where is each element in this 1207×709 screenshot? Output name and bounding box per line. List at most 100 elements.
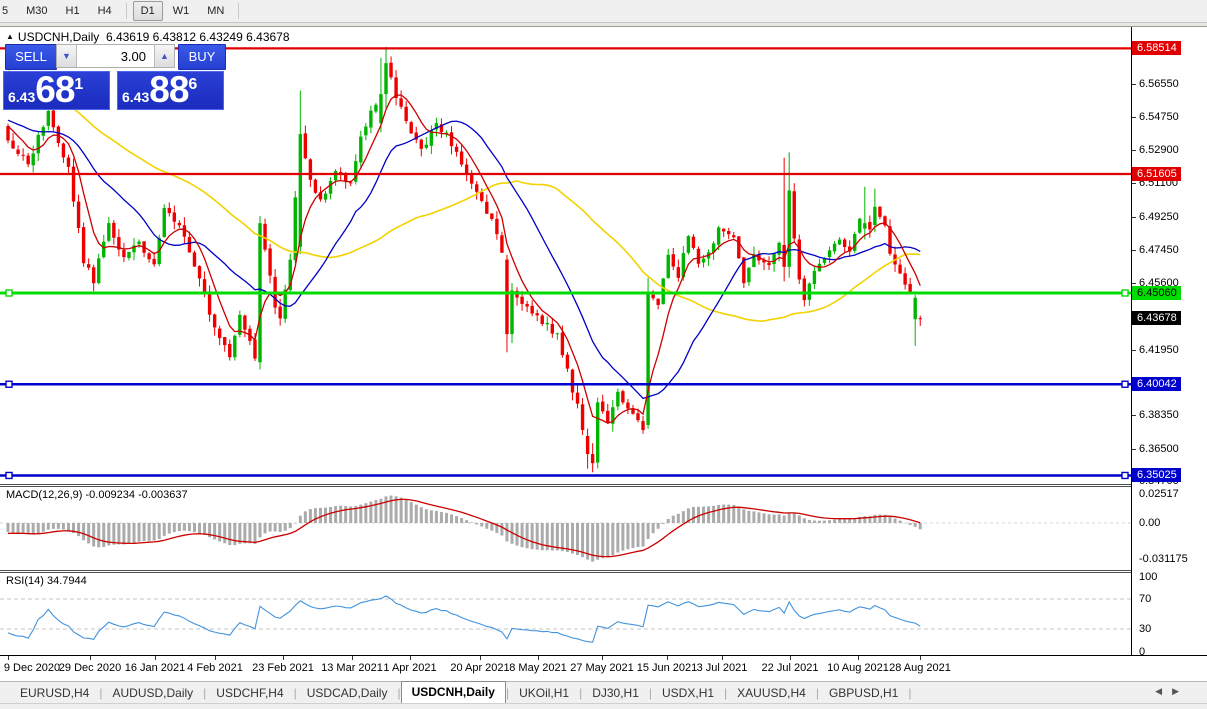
- timeframe-toolbar: 5M30H1H4 D1W1MN: [0, 0, 1207, 23]
- date-tick: [790, 656, 791, 660]
- date-label: 8 May 2021: [509, 662, 566, 674]
- chart-symbol-label: USDCNH,Daily: [18, 30, 99, 44]
- date-tick: [667, 656, 668, 660]
- rsi-axis-label: 100: [1139, 571, 1157, 583]
- rsi-panel-separator2: [0, 572, 1207, 573]
- timeframe-button-H1[interactable]: H1: [58, 1, 88, 21]
- date-tick: [90, 656, 91, 660]
- macd-axis-label: -0.031175: [1139, 553, 1188, 565]
- date-label: 22 Jul 2021: [762, 662, 819, 674]
- price-badge-6.43678: 6.43678: [1132, 311, 1181, 325]
- sell-price-big: 68: [35, 72, 74, 108]
- volume-decrease-icon[interactable]: ▼: [57, 45, 77, 67]
- volume-stepper: ▼ ▲: [56, 44, 175, 68]
- timeframe-button-H4[interactable]: H4: [90, 1, 120, 21]
- price-tick-label: 6.52900: [1139, 144, 1179, 156]
- date-tick: [8, 656, 9, 660]
- tab-scroll-right-icon[interactable]: ▶: [1172, 686, 1189, 696]
- macd-axis-label: 0.02517: [1139, 488, 1179, 500]
- date-axis[interactable]: 9 Dec 202029 Dec 202016 Jan 20214 Feb 20…: [0, 655, 1207, 681]
- price-tick: [1132, 183, 1136, 184]
- price-tick: [1132, 150, 1136, 151]
- ohlc-high: 6.43812: [153, 30, 196, 44]
- timeframe-button-D1[interactable]: D1: [133, 1, 163, 21]
- macd-label: MACD(12,26,9) -0.009234 -0.003637: [6, 489, 188, 501]
- price-badge-6.35025: 6.35025: [1132, 468, 1181, 482]
- rsi-axis-label: 70: [1139, 593, 1151, 605]
- price-tick: [1132, 84, 1136, 85]
- timeframe-button-5[interactable]: 5: [0, 1, 16, 21]
- price-tick: [1132, 217, 1136, 218]
- sell-button[interactable]: SELL: [5, 44, 57, 70]
- terminal-screen: 5M30H1H4D1W1MN ▲USDCNH,Daily 6.43619 6.4…: [0, 0, 1207, 709]
- rsi-axis-label: 30: [1139, 623, 1151, 635]
- price-tick-label: 6.41950: [1139, 344, 1179, 356]
- chart-tab-DJ30-H1[interactable]: DJ30,H1: [582, 683, 649, 703]
- price-axis[interactable]: 6.565506.547506.529006.511006.492506.474…: [1131, 27, 1207, 655]
- date-tick: [410, 656, 411, 660]
- date-label: 28 Aug 2021: [889, 662, 951, 674]
- chart-tab-EURUSD-H4[interactable]: EURUSD,H4: [10, 683, 99, 703]
- chart-tab-XAUUSD-H4[interactable]: XAUUSD,H4: [727, 683, 816, 703]
- date-tick: [920, 656, 921, 660]
- chart-tab-USDCNH-Daily[interactable]: USDCNH,Daily: [401, 681, 506, 704]
- timeframe-button-MN[interactable]: MN: [199, 1, 232, 21]
- buy-price-small: 6.43: [122, 89, 149, 105]
- price-badge-6.45060: 6.45060: [1132, 286, 1181, 300]
- macd-panel-separator2: [0, 486, 1207, 487]
- macd-values: -0.009234 -0.003637: [85, 489, 187, 501]
- date-label: 20 Apr 2021: [450, 662, 509, 674]
- sell-price-sup: 1: [74, 76, 83, 94]
- timeframe-button-M30[interactable]: M30: [18, 1, 55, 21]
- chart-window[interactable]: ▲USDCNH,Daily 6.43619 6.43812 6.43249 6.…: [0, 27, 1207, 709]
- volume-increase-icon[interactable]: ▲: [154, 45, 174, 67]
- chart-tab-UKOil-H1[interactable]: UKOil,H1: [509, 683, 579, 703]
- chart-tab-AUDUSD-Daily[interactable]: AUDUSD,Daily: [102, 683, 203, 703]
- date-tick: [602, 656, 603, 660]
- date-tick: [283, 656, 284, 660]
- date-tick: [858, 656, 859, 660]
- price-badge-6.58514: 6.58514: [1132, 41, 1181, 55]
- price-badge-6.51605: 6.51605: [1132, 167, 1181, 181]
- price-tick: [1132, 415, 1136, 416]
- date-label: 27 May 2021: [570, 662, 634, 674]
- price-tick-label: 6.49250: [1139, 211, 1179, 223]
- macd-panel-separator[interactable]: [0, 484, 1207, 485]
- date-tick: [215, 656, 216, 660]
- volume-input[interactable]: [77, 45, 154, 67]
- date-label: 23 Feb 2021: [252, 662, 314, 674]
- buy-price-sup: 6: [188, 76, 197, 94]
- buy-button[interactable]: BUY: [178, 44, 226, 70]
- date-label: 15 Jun 2021: [637, 662, 698, 674]
- chart-tab-USDX-H1[interactable]: USDX,H1: [652, 683, 724, 703]
- price-tick-label: 6.56550: [1139, 78, 1179, 90]
- chart-title: ▲USDCNH,Daily 6.43619 6.43812 6.43249 6.…: [6, 30, 290, 44]
- macd-axis-label: 0.00: [1139, 517, 1160, 529]
- sell-price-small: 6.43: [8, 89, 35, 105]
- ohlc-low: 6.43249: [199, 30, 242, 44]
- one-click-panel-collapse-icon[interactable]: ▲: [6, 32, 14, 41]
- tab-separator: |: [908, 686, 911, 700]
- date-tick: [352, 656, 353, 660]
- rsi-panel-separator[interactable]: [0, 570, 1207, 571]
- rsi-label: RSI(14) 34.7944: [6, 575, 87, 587]
- chart-tab-USDCAD-Daily[interactable]: USDCAD,Daily: [297, 683, 398, 703]
- sell-quote[interactable]: 6.43681: [3, 71, 110, 110]
- rsi-value: 34.7944: [47, 575, 87, 587]
- buy-quote[interactable]: 6.43886: [117, 71, 224, 110]
- date-label: 9 Dec 2020: [4, 662, 60, 674]
- price-tick: [1132, 283, 1136, 284]
- date-tick: [722, 656, 723, 660]
- date-label: 4 Feb 2021: [187, 662, 243, 674]
- timeframe-button-W1[interactable]: W1: [165, 1, 198, 21]
- toolbar-separator: [238, 3, 239, 19]
- rsi-panel-canvas[interactable]: [0, 572, 1131, 654]
- tab-scroll-arrows[interactable]: ◀▶: [1155, 686, 1189, 697]
- toolbar-separator: [126, 3, 127, 19]
- price-tick: [1132, 449, 1136, 450]
- chart-tab-GBPUSD-H1[interactable]: GBPUSD,H1: [819, 683, 908, 703]
- chart-tab-USDCHF-H4[interactable]: USDCHF,H4: [206, 683, 293, 703]
- one-click-trade-panel: SELL ▼ ▲ BUY 6.43681 6.43886: [3, 44, 226, 110]
- date-label: 16 Jan 2021: [125, 662, 186, 674]
- tab-scroll-left-icon[interactable]: ◀: [1155, 686, 1172, 696]
